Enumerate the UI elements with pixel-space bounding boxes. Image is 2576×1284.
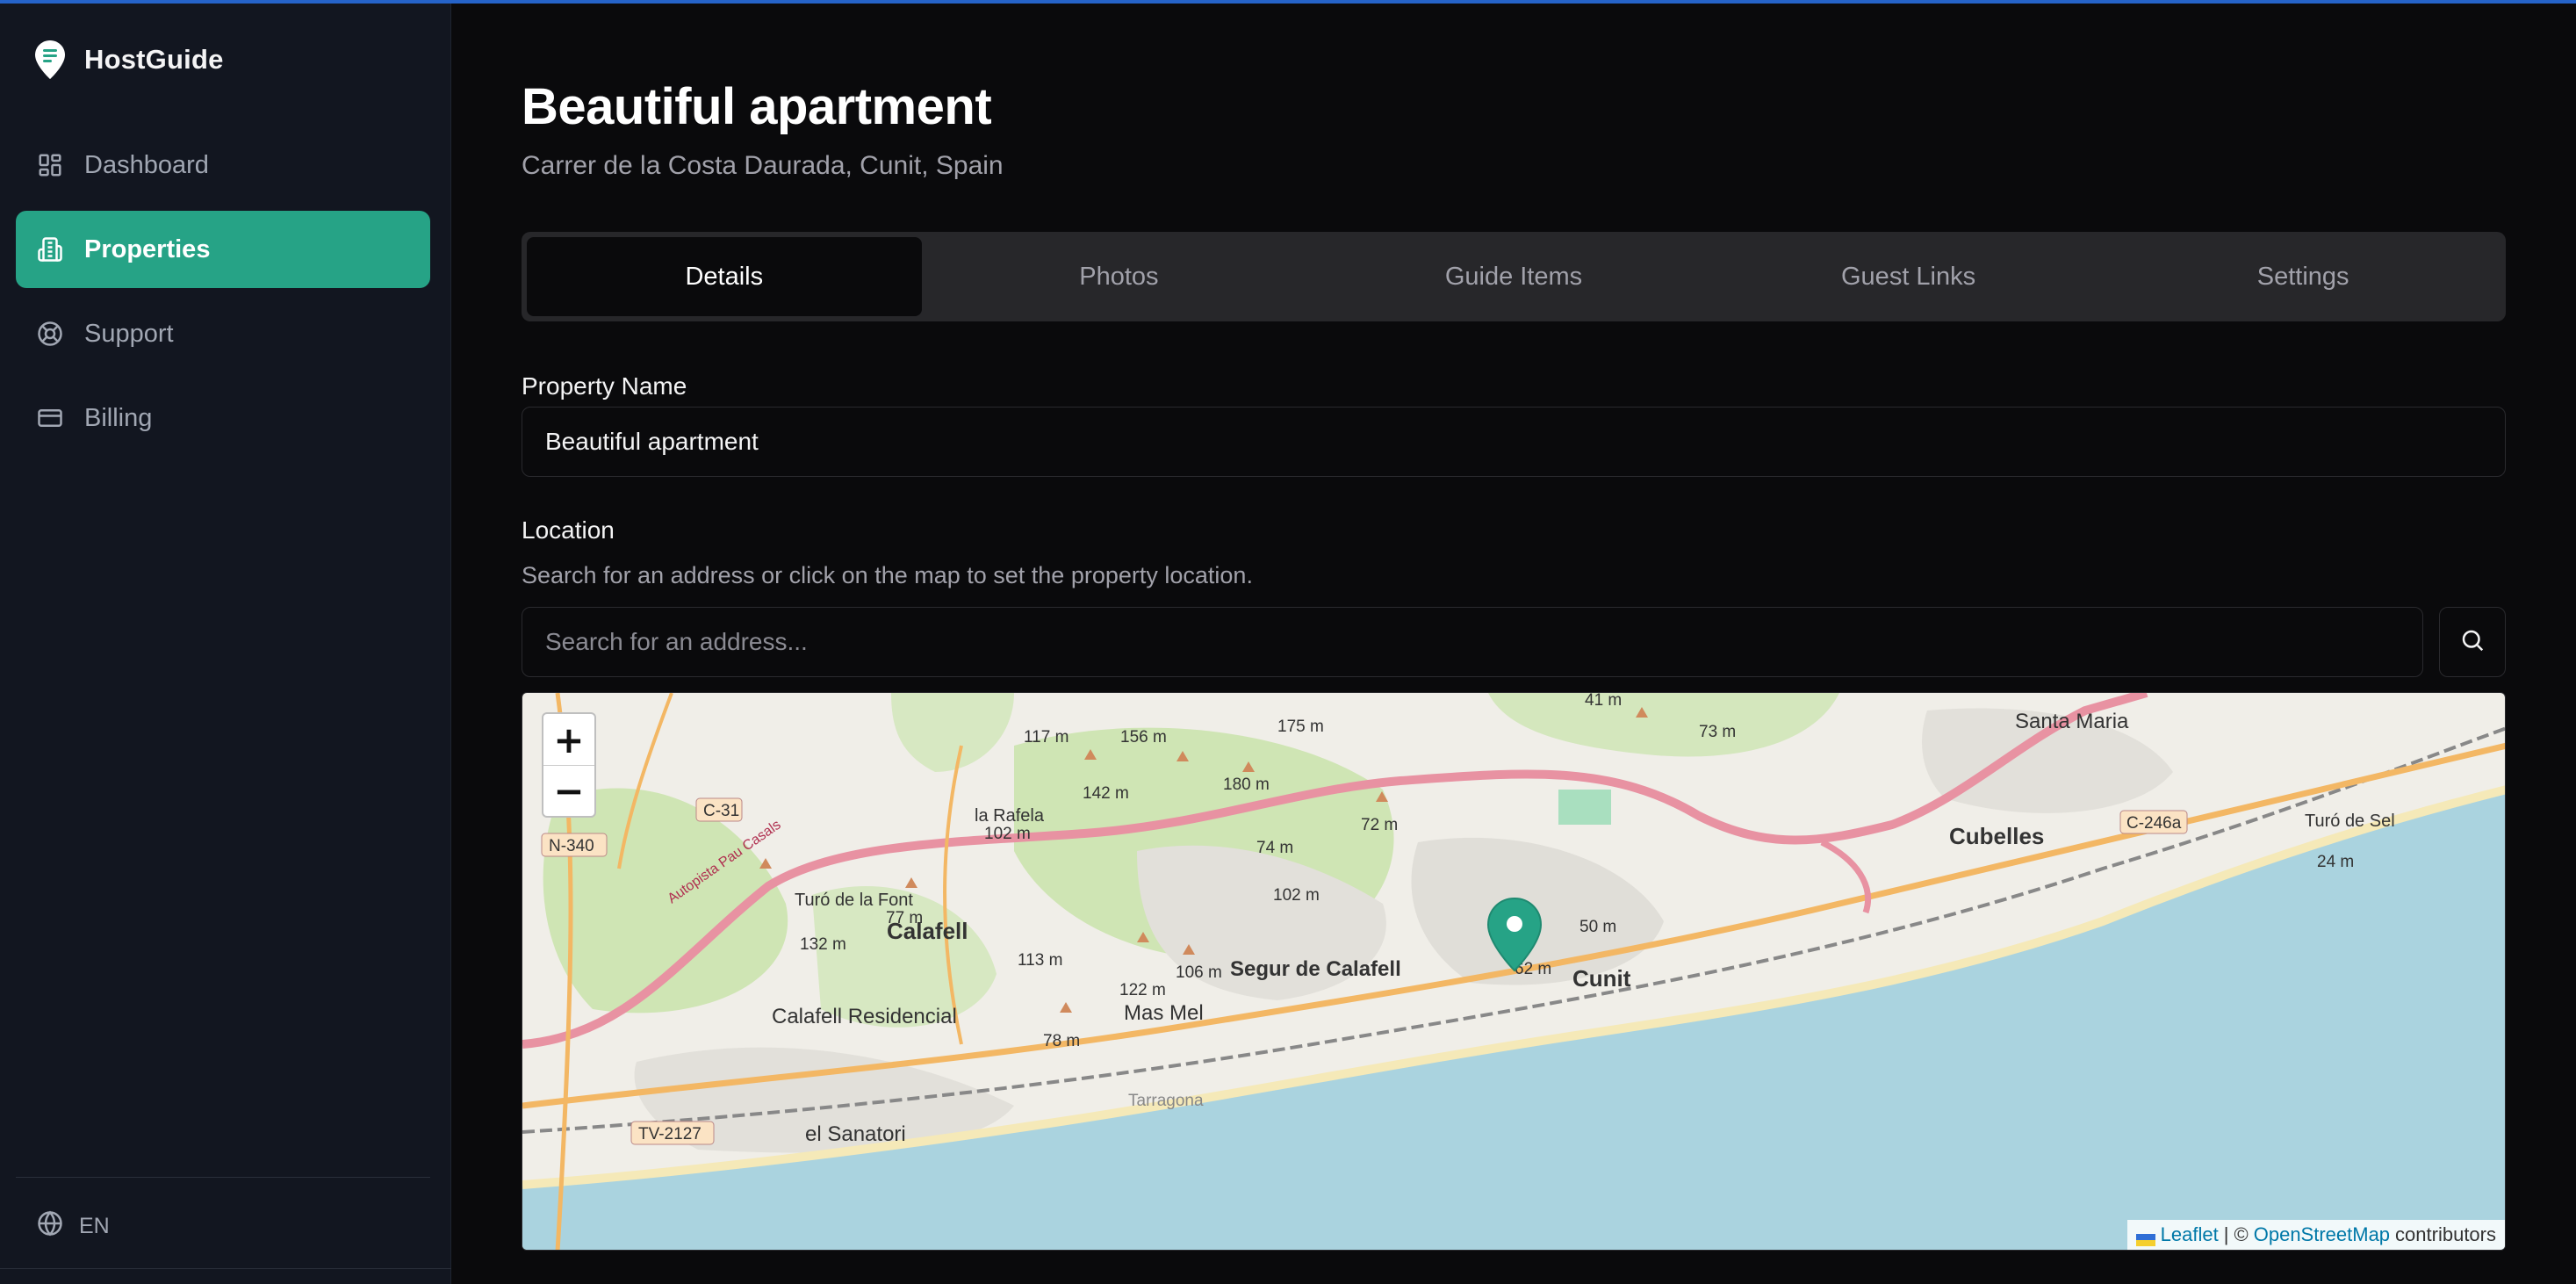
building-icon bbox=[37, 236, 63, 263]
map-label-calafell-residencial: Calafell Residencial bbox=[772, 1005, 957, 1028]
map-label-la-rafela: la Rafela bbox=[975, 806, 1045, 826]
leaflet-link[interactable]: Leaflet bbox=[2161, 1223, 2219, 1246]
sidebar-item-support[interactable]: Support bbox=[16, 295, 430, 372]
map-elevation-label: 106 m bbox=[1176, 963, 1222, 982]
map-elevation-label: 132 m bbox=[800, 935, 846, 954]
sidebar: HostGuide Dashboard Properties Support B… bbox=[0, 0, 451, 1284]
map-tiles[interactable]: Santa Maria Cubelles Calafell Segur de C… bbox=[522, 693, 2506, 1251]
top-progress-line bbox=[0, 0, 2576, 4]
sidebar-item-label: Properties bbox=[84, 234, 211, 263]
map-elevation-label: 50 m bbox=[1579, 918, 1616, 936]
map-label-turo-de-sel: Turó de Sel bbox=[2305, 812, 2395, 831]
sidebar-item-properties[interactable]: Properties bbox=[16, 211, 430, 288]
map-road-c246a: C-246a bbox=[2126, 814, 2182, 833]
property-name-label: Property Name bbox=[522, 372, 687, 400]
map-road-tv2127: TV-2127 bbox=[638, 1125, 702, 1143]
map-elevation-label: 72 m bbox=[1361, 816, 1398, 834]
zoom-out-button[interactable]: − bbox=[543, 765, 594, 816]
map-elevation-label: 156 m bbox=[1120, 728, 1167, 747]
sidebar-item-label: Billing bbox=[84, 403, 153, 432]
tab-guide-items[interactable]: Guide Items bbox=[1316, 237, 1711, 316]
map-label-mas-mel: Mas Mel bbox=[1124, 1001, 1204, 1025]
map-elevation-label: 122 m bbox=[1119, 981, 1166, 999]
map-elevation-label: 74 m bbox=[1256, 839, 1293, 857]
globe-icon bbox=[37, 1210, 63, 1243]
tab-photos[interactable]: Photos bbox=[922, 237, 1317, 316]
map-elevation-label: 73 m bbox=[1699, 723, 1736, 741]
map-elevation-label: 175 m bbox=[1277, 718, 1324, 736]
attribution-suffix: contributors bbox=[2395, 1223, 2496, 1245]
map-label-santa-maria: Santa Maria bbox=[2015, 710, 2129, 733]
tab-guest-links[interactable]: Guest Links bbox=[1711, 237, 2106, 316]
map-pin-logo-icon bbox=[33, 39, 67, 81]
address-search-input[interactable] bbox=[522, 607, 2423, 677]
map-elevation-label: 142 m bbox=[1083, 784, 1129, 803]
location-map[interactable]: Santa Maria Cubelles Calafell Segur de C… bbox=[522, 692, 2506, 1251]
lifebuoy-icon bbox=[37, 321, 63, 347]
app-name: HostGuide bbox=[84, 44, 224, 75]
dashboard-icon bbox=[37, 152, 63, 178]
map-label-segur-de-calafell: Segur de Calafell bbox=[1230, 957, 1401, 981]
language-switcher[interactable]: EN bbox=[37, 1210, 110, 1243]
map-elevation-label: 24 m bbox=[2317, 853, 2354, 871]
openstreetmap-link[interactable]: OpenStreetMap bbox=[2254, 1223, 2390, 1246]
attribution-separator: | © bbox=[2223, 1223, 2249, 1245]
map-elevation-label: 180 m bbox=[1223, 775, 1270, 794]
map-elevation-label: 77 m bbox=[886, 909, 923, 927]
map-label-cunit: Cunit bbox=[1572, 965, 1631, 992]
credit-card-icon bbox=[37, 405, 63, 431]
map-elevation-label: 102 m bbox=[1273, 886, 1320, 905]
map-elevation-label: 41 m bbox=[1585, 693, 1622, 710]
zoom-in-button[interactable]: + bbox=[543, 714, 594, 765]
ukraine-flag-icon bbox=[2135, 1229, 2155, 1246]
sidebar-item-label: Dashboard bbox=[84, 150, 209, 179]
map-road-c31: C-31 bbox=[703, 802, 739, 820]
map-elevation-label: 117 m bbox=[1024, 728, 1069, 747]
page-title: Beautiful apartment bbox=[522, 78, 992, 135]
sidebar-item-dashboard[interactable]: Dashboard bbox=[16, 126, 430, 204]
sidebar-divider bbox=[16, 1177, 430, 1178]
map-elevation-label: 102 m bbox=[984, 825, 1031, 843]
map-label-tarragona: Tarragona bbox=[1128, 1092, 1204, 1110]
map-elevation-label: 113 m bbox=[1018, 951, 1062, 970]
address-search-button[interactable] bbox=[2439, 607, 2506, 677]
tab-details[interactable]: Details bbox=[527, 237, 922, 316]
map-label-el-sanatori: el Sanatori bbox=[805, 1122, 906, 1146]
sidebar-item-label: Support bbox=[84, 319, 174, 348]
sidebar-item-billing[interactable]: Billing bbox=[16, 379, 430, 457]
map-elevation-label: 78 m bbox=[1043, 1032, 1080, 1050]
map-attribution: Leaflet | © OpenStreetMap contributors bbox=[2126, 1220, 2505, 1250]
sidebar-bottom-divider bbox=[0, 1268, 451, 1269]
search-icon bbox=[2459, 627, 2486, 658]
location-label: Location bbox=[522, 516, 615, 544]
map-label-cubelles: Cubelles bbox=[1949, 823, 2044, 849]
language-label: EN bbox=[79, 1214, 110, 1238]
map-label-turo-de-la-font: Turó de la Font bbox=[795, 891, 913, 910]
sidebar-nav: Dashboard Properties Support Billing bbox=[16, 126, 430, 464]
tab-bar: Details Photos Guide Items Guest Links S… bbox=[522, 232, 2506, 321]
tab-settings[interactable]: Settings bbox=[2105, 237, 2500, 316]
page-subtitle: Carrer de la Costa Daurada, Cunit, Spain bbox=[522, 151, 1004, 180]
map-road-n340: N-340 bbox=[549, 837, 594, 855]
map-zoom-control: + − bbox=[542, 712, 596, 818]
property-name-input[interactable] bbox=[522, 407, 2506, 477]
location-helper-text: Search for an address or click on the ma… bbox=[522, 562, 1253, 588]
brand[interactable]: HostGuide bbox=[33, 39, 224, 81]
